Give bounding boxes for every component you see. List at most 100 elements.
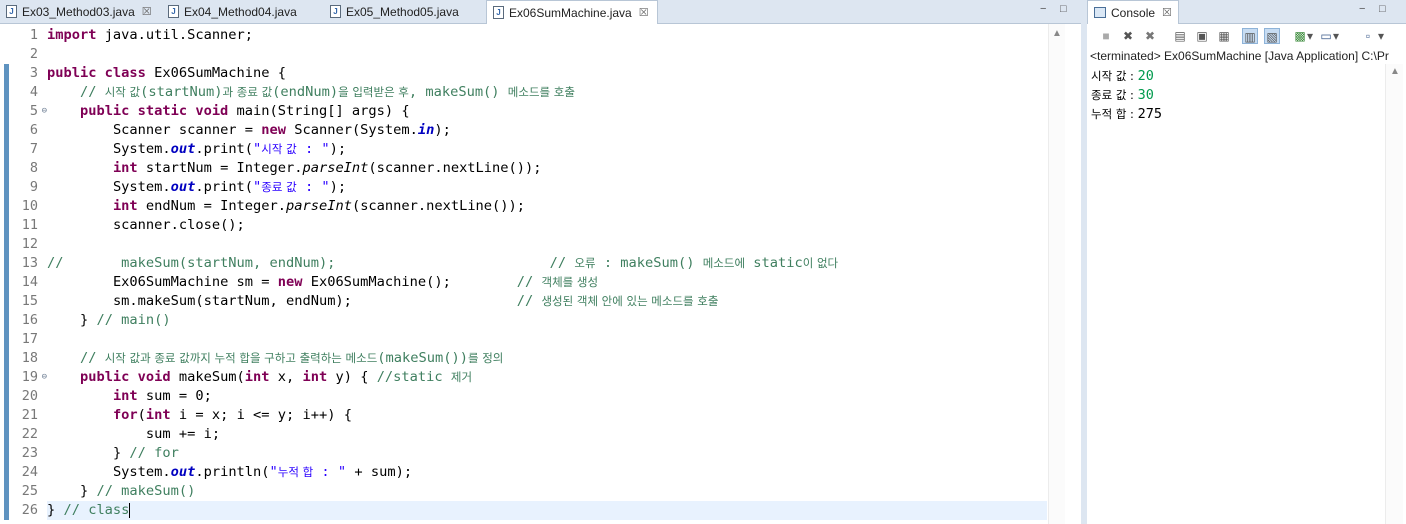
console-status-line: <terminated> Ex06SumMachine [Java Applic… xyxy=(1090,49,1389,63)
console-toolbar: ■ ✖ ✖ ▤ ▣ ▦ ▥ ▧ ▩ ▾ ▭ ▾ ▫ ▾ xyxy=(1087,25,1406,47)
line-number: 24 xyxy=(21,464,38,480)
string-text: : " xyxy=(296,179,330,195)
static-method: parseInt xyxy=(286,198,352,214)
keyword: int xyxy=(112,160,138,176)
remove-all-launches-icon[interactable]: ✖ xyxy=(1142,28,1158,44)
chevron-down-icon[interactable]: ▾ xyxy=(1305,28,1315,44)
keyword: int xyxy=(302,369,328,385)
clear-console-icon[interactable]: ▤ xyxy=(1172,28,1188,44)
tab-ex06-summachine[interactable]: J Ex06SumMachine.java ☒ xyxy=(486,0,658,24)
line-number-gutter: 1 2 3 4 5 ⊖ 6 7 8 9 10 11 12 13 14 15 16 … xyxy=(10,26,47,520)
maximize-icon[interactable]: □ xyxy=(1060,3,1067,15)
code-text-area[interactable]: import java.util.Scanner; public class E… xyxy=(47,26,1047,520)
code-line: int sum = 0; xyxy=(47,387,1047,406)
tab-label: Ex05_Method05.java xyxy=(346,4,459,19)
code-text: System. xyxy=(112,464,171,480)
code-text: scanner.close(); xyxy=(112,217,245,233)
comment: // class xyxy=(63,502,130,518)
console-output-line: 종료 값 : 30 xyxy=(1091,85,1162,104)
string-text: " xyxy=(269,464,278,480)
code-line: public static void main(String[] args) { xyxy=(47,102,1047,121)
chevron-down-icon[interactable]: ▾ xyxy=(1376,28,1386,44)
open-console-icon[interactable]: ▫ xyxy=(1360,28,1376,44)
string-text: : " xyxy=(296,141,330,157)
console-output[interactable]: 시작 값 : 20 종료 값 : 30 누적 합 : 275 xyxy=(1091,66,1162,123)
tab-ex05-method05[interactable]: J Ex05_Method05.java xyxy=(324,0,484,23)
code-line: // 시작 값과 종료 값까지 누적 합을 구하고 출력하는 메소드(makeS… xyxy=(47,349,1047,368)
console-view: Console ☒ − □ ■ ✖ ✖ ▤ ▣ ▦ ▥ ▧ ▩ ▾ ▭ ▾ ▫ … xyxy=(1087,0,1406,524)
code-text: } xyxy=(47,502,64,518)
console-vertical-scrollbar[interactable]: ▲ xyxy=(1385,64,1403,524)
close-icon[interactable]: ☒ xyxy=(142,5,152,18)
comment-text: // xyxy=(516,274,542,290)
comment-text: 과 종료 값 xyxy=(222,85,273,99)
code-line: public void makeSum(int x, int y) { //st… xyxy=(47,368,1047,387)
string-literal: "시작 값 : " xyxy=(253,141,330,157)
comment-text: // xyxy=(516,293,542,309)
tab-ex04-method04[interactable]: J Ex04_Method04.java xyxy=(162,0,322,23)
output-label: 누적 합 : xyxy=(1091,107,1138,121)
scroll-up-icon[interactable]: ▲ xyxy=(1390,66,1400,77)
code-text: Ex06SumMachine sm = xyxy=(112,274,278,290)
tab-label: Ex03_Method03.java xyxy=(22,4,135,19)
code-text: Ex06SumMachine(); xyxy=(302,274,517,290)
keyword: public class xyxy=(47,65,146,81)
minimize-icon[interactable]: − xyxy=(1359,3,1365,15)
string-literal: "종료 값 : " xyxy=(253,179,330,195)
comment-text: // makeSum(startNum, endNum); // xyxy=(47,255,575,271)
line-number: 5 xyxy=(29,103,38,119)
comment-text: 제거 xyxy=(450,370,473,384)
code-text: } xyxy=(112,445,130,461)
scroll-lock-icon[interactable]: ▣ xyxy=(1194,28,1210,44)
show-on-stderr-icon[interactable]: ▧ xyxy=(1264,28,1280,44)
terminate-icon[interactable]: ■ xyxy=(1098,28,1114,44)
string-text: 종료 값 xyxy=(261,180,297,194)
editor-vertical-scrollbar[interactable]: ▲ xyxy=(1048,24,1065,524)
string-text: : " xyxy=(313,464,347,480)
keyword: new xyxy=(261,122,287,138)
scroll-up-icon[interactable]: ▲ xyxy=(1052,28,1062,39)
comment: // 생성된 객체 안에 있는 메소드를 호출 xyxy=(517,293,719,309)
code-text: y) { xyxy=(327,369,377,385)
minimize-icon[interactable]: − xyxy=(1040,3,1046,15)
line-number: 17 xyxy=(21,331,38,347)
line-number: 8 xyxy=(29,160,38,176)
code-text: } xyxy=(79,312,97,328)
close-icon[interactable]: ☒ xyxy=(1162,6,1172,19)
line-number: 4 xyxy=(29,84,38,100)
close-icon[interactable]: ☒ xyxy=(639,6,649,19)
comment-text: 를 정의 xyxy=(467,351,504,365)
comment-text: static xyxy=(745,255,803,271)
chevron-down-icon[interactable]: ▾ xyxy=(1331,28,1341,44)
output-label: 시작 값 : xyxy=(1091,69,1138,83)
word-wrap-icon[interactable]: ▦ xyxy=(1216,28,1232,44)
keyword: int xyxy=(112,388,138,404)
remove-launch-icon[interactable]: ✖ xyxy=(1120,28,1136,44)
comment-text: 이 없다 xyxy=(802,256,839,270)
code-line: } // makeSum() xyxy=(47,482,1047,501)
keyword: int xyxy=(145,407,171,423)
code-text: } xyxy=(79,483,97,499)
maximize-icon[interactable]: □ xyxy=(1379,3,1386,15)
comment-text: //static xyxy=(376,369,451,385)
code-text: .println( xyxy=(195,464,270,480)
code-text: ); xyxy=(329,179,347,195)
comment-text: // xyxy=(79,84,105,100)
keyword: public void xyxy=(79,369,171,385)
comment-text: (endNum) xyxy=(272,84,339,100)
show-on-stdout-icon[interactable]: ▥ xyxy=(1242,28,1258,44)
line-number: 3 xyxy=(29,65,38,81)
tab-console[interactable]: Console ☒ xyxy=(1087,0,1179,24)
editor-tab-bar: J Ex03_Method03.java ☒ J Ex04_Method04.j… xyxy=(0,0,1081,24)
line-number: 13 xyxy=(21,255,38,271)
java-file-icon: J xyxy=(6,5,17,18)
code-text: Scanner(System. xyxy=(286,122,418,138)
user-input-value: 20 xyxy=(1137,68,1154,84)
keyword: int xyxy=(112,198,138,214)
code-editor[interactable]: J Ex03_Method03.java ☒ J Ex04_Method04.j… xyxy=(0,0,1081,524)
line-number: 9 xyxy=(29,179,38,195)
tab-ex03-method03[interactable]: J Ex03_Method03.java ☒ xyxy=(0,0,160,23)
